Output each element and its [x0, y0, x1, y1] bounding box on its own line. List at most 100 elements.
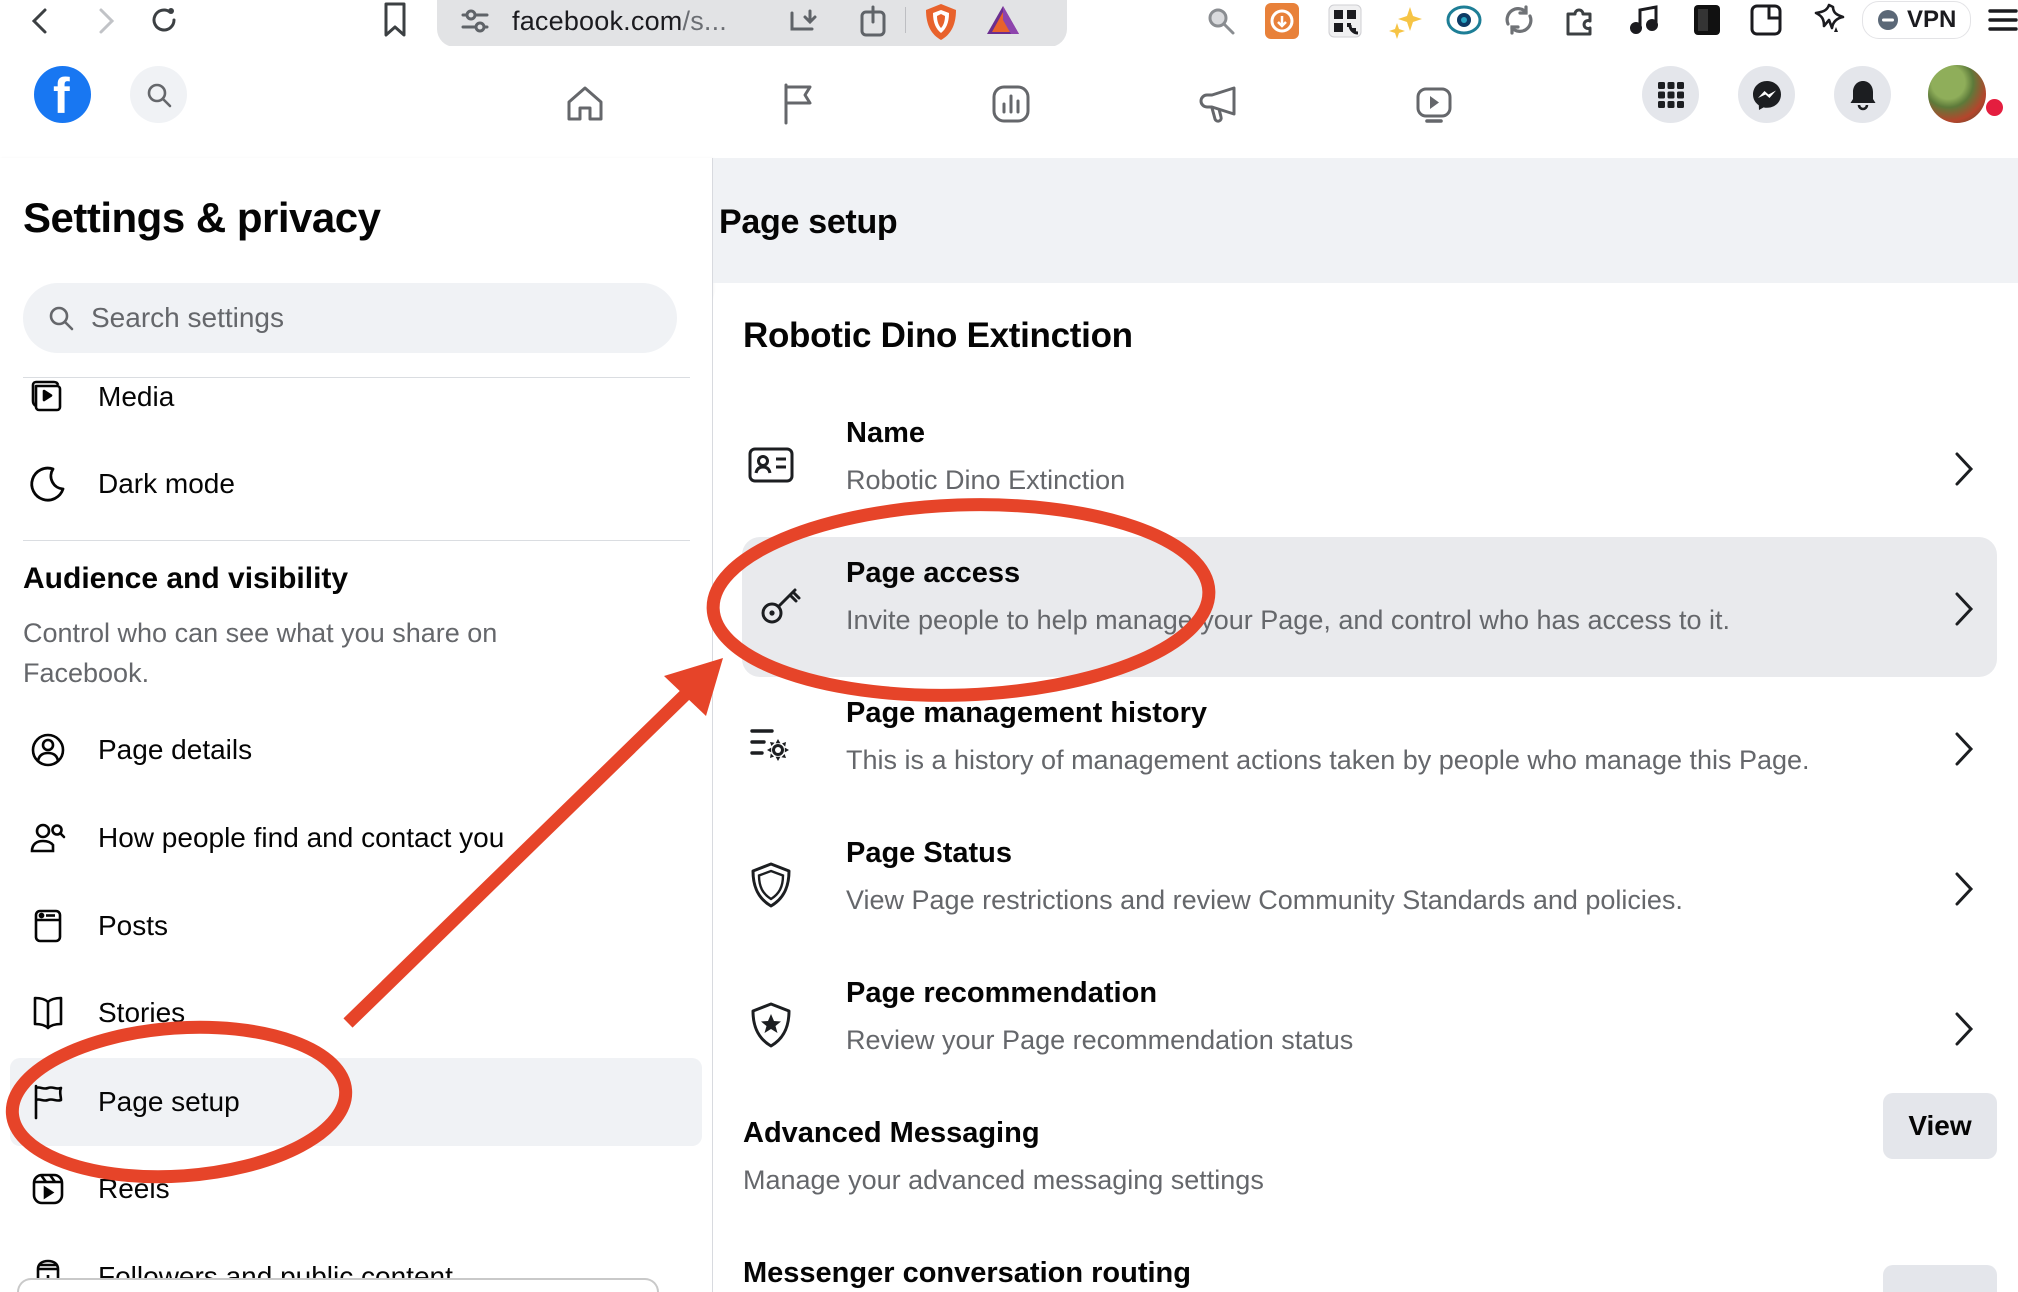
search-icon [47, 304, 75, 332]
chevron-right-icon [1953, 591, 1975, 627]
notifications-button[interactable] [1834, 66, 1891, 123]
shield-icon [746, 860, 796, 910]
apps-grid-icon [1657, 81, 1685, 109]
sidebar-item-label: How people find and contact you [98, 822, 504, 854]
row-subtitle: Robotic Dino Extinction [846, 465, 1125, 496]
section-heading: Audience and visibility [23, 562, 348, 596]
bookmark-icon[interactable] [382, 2, 408, 38]
sparkles-extension-icon[interactable] [1388, 3, 1424, 39]
triangle-extension-icon[interactable] [985, 4, 1021, 38]
sidebar-item-label: Dark mode [98, 468, 235, 500]
sidebar-item-page-details[interactable]: Page details [10, 706, 702, 794]
row-advanced-messaging: Advanced Messaging Manage your advanced … [743, 1097, 1997, 1237]
refresh-extension-icon[interactable] [1502, 4, 1536, 36]
ads-megaphone-icon[interactable] [1198, 82, 1242, 126]
sidebar-item-label: Media [98, 381, 174, 413]
sidebar-item-label: Reels [98, 1173, 170, 1205]
sidebar-item-stories[interactable]: Stories [10, 969, 702, 1057]
back-icon[interactable] [26, 6, 56, 36]
music-extension-icon[interactable] [1628, 4, 1664, 36]
facebook-logo-letter: f [53, 67, 70, 125]
toolbar-separator [905, 7, 906, 33]
mail-extension-icon[interactable] [1264, 2, 1300, 40]
media-icon [28, 377, 68, 417]
page-title: Page setup [719, 203, 897, 242]
spark-extension-icon[interactable] [1812, 3, 1846, 37]
sidebar-item-media[interactable]: Media [10, 353, 702, 441]
sidebar-title: Settings & privacy [23, 194, 380, 242]
home-icon[interactable] [563, 82, 607, 126]
profile-avatar[interactable] [1928, 65, 1986, 123]
page-name-heading: Robotic Dino Extinction [743, 316, 1133, 356]
id-card-icon [746, 440, 796, 490]
forward-icon[interactable] [90, 6, 120, 36]
row-page-recommendation[interactable]: Page recommendation Review your Page rec… [743, 957, 1997, 1097]
puzzle-extension-icon[interactable] [1562, 4, 1596, 36]
sidebar-item-dark-mode[interactable]: Dark mode [10, 440, 702, 528]
moon-icon [28, 464, 68, 504]
sidebar-item-page-setup[interactable]: Page setup [10, 1058, 702, 1146]
row-title: Page access [846, 557, 1020, 590]
sidebar-item-label: Posts [98, 910, 168, 942]
chevron-right-icon [1953, 451, 1975, 487]
messenger-icon [1751, 79, 1783, 111]
video-icon[interactable] [1412, 82, 1456, 126]
search-placeholder: Search settings [91, 302, 284, 334]
section-description: Control who can see what you share on Fa… [23, 613, 523, 693]
search-button[interactable] [130, 66, 187, 123]
pages-flag-icon[interactable] [776, 82, 820, 126]
unread-indicator [1986, 99, 2003, 116]
vpn-badge[interactable]: VPN [1862, 1, 1971, 39]
url-text[interactable]: facebook.com/s... [512, 6, 727, 37]
dark-square-extension-icon[interactable] [1692, 3, 1722, 37]
insights-icon[interactable] [989, 82, 1033, 126]
apps-grid-button[interactable] [1642, 66, 1699, 123]
search-icon [145, 81, 173, 109]
row-title: Page management history [846, 697, 1207, 730]
tune-icon[interactable] [460, 6, 490, 36]
shield-extension-icon[interactable] [922, 2, 960, 42]
reels-icon [28, 1169, 68, 1209]
stories-book-icon [28, 993, 68, 1033]
facebook-settings-page: facebook.com/s... VPN f [0, 0, 2018, 1292]
vpn-label: VPN [1907, 6, 1956, 34]
sidebar-item-how-people-find[interactable]: How people find and contact you [10, 794, 702, 882]
search-settings-input[interactable]: Search settings [23, 283, 677, 353]
facebook-header: f [0, 46, 2018, 159]
search-extension-icon[interactable] [1205, 5, 1237, 37]
view-button[interactable]: View [1883, 1093, 1997, 1159]
row-title: Page recommendation [846, 977, 1157, 1010]
sidebar-item-label: Page details [98, 734, 252, 766]
divider [23, 540, 690, 541]
share-icon[interactable] [858, 4, 888, 38]
person-search-icon [28, 818, 68, 858]
sidebar-item-label: Stories [98, 997, 185, 1029]
reload-icon[interactable] [148, 4, 180, 36]
row-subtitle: Review your Page recommendation status [846, 1025, 1353, 1056]
chevron-right-icon [1953, 871, 1975, 907]
section-subtitle: Manage your advanced messaging settings [743, 1165, 1264, 1196]
vpn-status-icon [1877, 9, 1899, 31]
qr-extension-icon[interactable] [1328, 4, 1362, 38]
row-page-management-history[interactable]: Page management history This is a histor… [743, 677, 1997, 817]
eye-extension-icon[interactable] [1446, 4, 1482, 36]
download-icon[interactable] [788, 5, 820, 37]
section-title: Messenger conversation routing [743, 1257, 1191, 1290]
sidebar-item-label: Page setup [98, 1086, 240, 1118]
row-name[interactable]: Name Robotic Dino Extinction [743, 397, 1997, 537]
messenger-button[interactable] [1738, 66, 1795, 123]
sidebar-item-posts[interactable]: Posts [10, 882, 702, 970]
row-subtitle: View Page restrictions and review Commun… [846, 885, 1683, 916]
layout-extension-icon[interactable] [1750, 4, 1782, 36]
row-title: Page Status [846, 837, 1012, 870]
key-icon [757, 580, 807, 630]
posts-icon [28, 906, 68, 946]
browser-status-bubble [17, 1278, 659, 1292]
view-button-partial[interactable] [1883, 1265, 1997, 1292]
sidebar-item-reels[interactable]: Reels [10, 1145, 702, 1233]
facebook-logo[interactable]: f [34, 66, 91, 123]
row-page-access[interactable]: Page access Invite people to help manage… [743, 537, 1997, 677]
row-page-status[interactable]: Page Status View Page restrictions and r… [743, 817, 1997, 957]
menu-icon[interactable] [1988, 6, 2018, 34]
browser-toolbar: facebook.com/s... VPN [0, 0, 2018, 47]
